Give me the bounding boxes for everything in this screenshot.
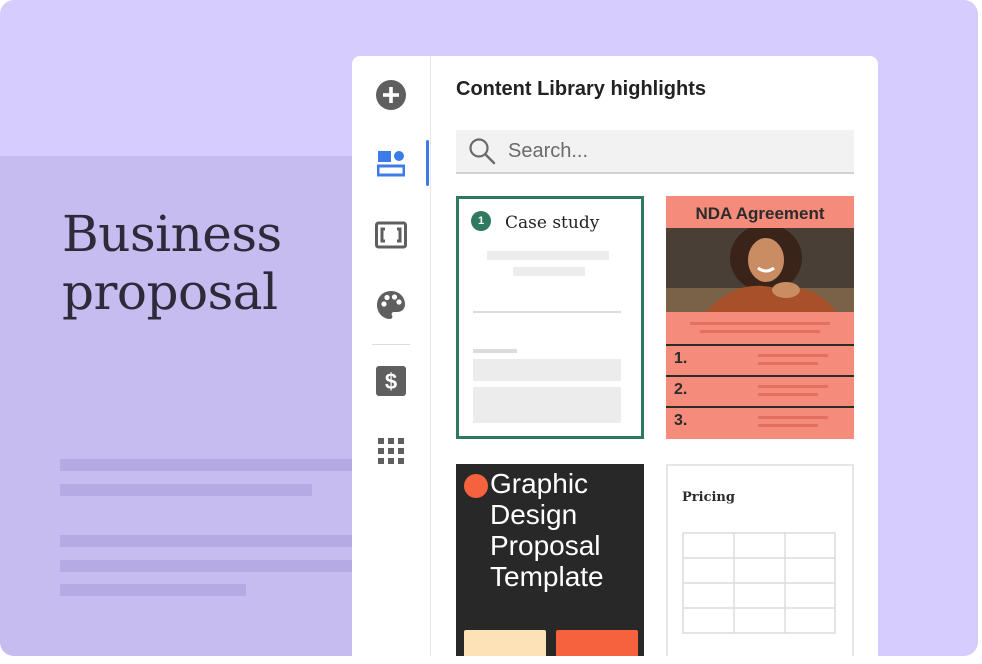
pricing-table-icon [682, 532, 836, 634]
placeholder-line [60, 535, 352, 547]
list-item: 3. [666, 406, 854, 438]
placeholder-line [60, 484, 312, 496]
search-box[interactable] [456, 130, 854, 174]
card-title: Graphic Design Proposal Template [490, 468, 604, 592]
svg-text:$: $ [385, 369, 397, 394]
document-title: Business proposal [62, 205, 282, 321]
pricing-button[interactable]: $ [372, 362, 410, 400]
case-study-card[interactable]: 1 Case study [456, 196, 644, 439]
add-button[interactable] [372, 76, 410, 114]
placeholder-line [60, 584, 246, 596]
placeholder-line [700, 330, 820, 333]
card-title: NDA Agreement [695, 204, 825, 223]
placeholder-line [690, 322, 830, 325]
orange-block [556, 630, 638, 656]
list-item: 2. [666, 375, 854, 407]
portrait-photo [666, 228, 854, 312]
content-library-panel: $ Content Library highlights 1 Case [352, 56, 878, 656]
list-number: 1. [674, 350, 688, 367]
placeholder-line [473, 349, 517, 353]
graphic-design-proposal-card[interactable]: Graphic Design Proposal Template [456, 464, 644, 656]
document-title-line1: Business [62, 205, 282, 263]
grid-icon [378, 438, 404, 464]
hero-frame: Business proposal $ Content Library high… [0, 0, 978, 656]
plus-circle-icon [376, 80, 406, 110]
theme-button[interactable] [372, 286, 410, 324]
list-number: 2. [674, 381, 688, 398]
placeholder-line [60, 560, 352, 572]
content-library-button[interactable] [372, 144, 410, 182]
blocks-icon [377, 151, 405, 177]
document-title-line2: proposal [62, 263, 278, 321]
placeholder-line [487, 251, 609, 260]
divider [473, 311, 621, 313]
palette-icon [377, 291, 405, 319]
portrait-image [666, 228, 854, 312]
placeholder-line [513, 267, 585, 276]
placeholder-line [60, 459, 352, 471]
cream-block [464, 630, 546, 656]
nda-agreement-card[interactable]: NDA Agreement 1. 2. 3. [666, 196, 854, 439]
card-title: Case study [505, 213, 600, 233]
placeholder-block [473, 359, 621, 381]
sidebar-rail: $ [352, 56, 431, 656]
card-title: Pricing [682, 490, 735, 505]
dollar-icon: $ [376, 366, 406, 396]
list-item: 1. [666, 344, 854, 376]
placeholder-block [473, 387, 621, 423]
bracket-frame-icon [375, 221, 407, 249]
active-indicator [426, 140, 429, 186]
orange-dot-icon [464, 474, 488, 498]
more-button[interactable] [372, 432, 410, 470]
search-icon [469, 138, 496, 165]
list-number: 3. [674, 412, 688, 429]
embed-button[interactable] [372, 216, 410, 254]
pricing-card[interactable]: Pricing [666, 464, 854, 656]
number-badge: 1 [471, 211, 491, 231]
sidebar-divider [372, 344, 410, 345]
panel-title: Content Library highlights [456, 78, 706, 100]
search-input[interactable] [506, 138, 830, 164]
